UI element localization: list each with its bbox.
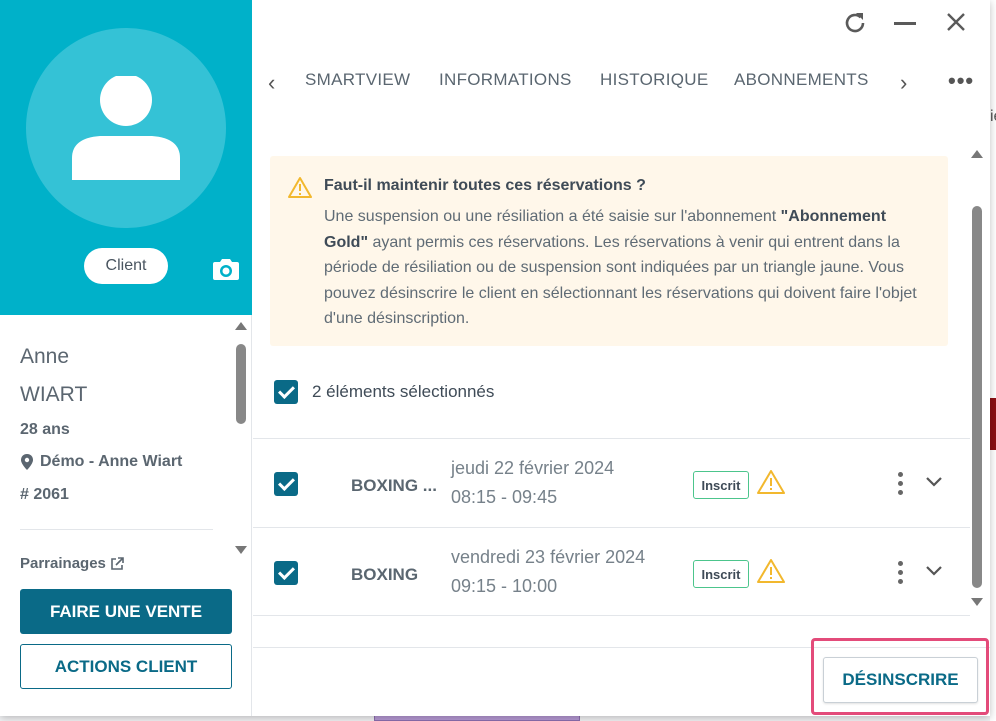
reservation-list: BOXING ... jeudi 22 février 2024 08:15 -… <box>253 438 970 616</box>
reservation-name: BOXING <box>351 565 419 584</box>
list-item[interactable]: BOXING ... jeudi 22 février 2024 08:15 -… <box>253 438 970 527</box>
client-details: Anne WIART 28 ans Démo - Anne Wiart # 20… <box>0 315 252 573</box>
reservation-date: vendredi 23 février 2024 <box>451 547 646 567</box>
client-type-badge: Client <box>84 248 168 284</box>
warning-banner: Faut-il maintenir toutes ces réservation… <box>270 156 948 346</box>
reservation-time: 09:15 - 10:00 <box>451 576 558 596</box>
chevron-down-icon[interactable] <box>925 476 943 488</box>
scroll-down-arrow[interactable] <box>235 546 247 554</box>
unsubscribe-button[interactable]: DÉSINSCRIRE <box>823 657 978 703</box>
client-last-name: WIART <box>20 383 88 406</box>
tab-abonnements[interactable]: ABONNEMENTS <box>734 70 869 90</box>
warning-text: Une suspension ou une résiliation a été … <box>324 204 934 332</box>
tab-informations[interactable]: INFORMATIONS <box>439 70 572 90</box>
reservation-checkbox[interactable] <box>274 472 298 496</box>
map-pin-icon <box>21 454 33 470</box>
scrollbar-thumb[interactable] <box>236 344 246 424</box>
sidebar-scrollbar[interactable] <box>234 320 248 560</box>
user-icon <box>72 76 180 180</box>
chevron-down-icon[interactable] <box>925 565 943 577</box>
warning-icon <box>757 559 785 583</box>
scroll-up-arrow[interactable] <box>235 322 247 330</box>
close-icon[interactable] <box>944 10 968 34</box>
background-text-fragment: ie <box>990 108 996 125</box>
profile-header: Client <box>0 0 252 315</box>
client-location: Démo - Anne Wiart <box>20 453 182 471</box>
selection-count: 2 éléments sélectionnés <box>312 382 495 401</box>
client-dialog: Client Anne WIART 28 ans Démo - Anne Wia… <box>0 0 990 716</box>
warning-icon <box>288 177 312 198</box>
client-actions-button[interactable]: ACTIONS CLIENT <box>20 644 232 689</box>
content-scrollbar[interactable] <box>970 146 984 612</box>
make-sale-button[interactable]: FAIRE UNE VENTE <box>20 589 232 634</box>
background-window: ie <box>990 0 996 721</box>
tab-smartview[interactable]: SMARTVIEW <box>305 70 410 90</box>
client-first-name: Anne <box>20 345 70 368</box>
scroll-down-arrow[interactable] <box>971 598 983 606</box>
client-sidebar: Client Anne WIART 28 ans Démo - Anne Wia… <box>0 0 252 716</box>
camera-icon[interactable] <box>212 257 240 281</box>
chevron-left-icon[interactable]: ‹ <box>268 70 275 96</box>
chevron-right-icon[interactable]: › <box>900 70 907 96</box>
reservation-date: jeudi 22 février 2024 <box>451 458 615 478</box>
client-member-id: # 2061 <box>20 486 69 503</box>
minimize-icon[interactable] <box>894 22 916 25</box>
select-all-checkbox[interactable] <box>274 380 298 404</box>
client-age: 28 ans <box>20 421 70 438</box>
scrollbar-thumb[interactable] <box>972 206 982 588</box>
reservation-name: BOXING ... <box>351 476 437 495</box>
reservation-checkbox[interactable] <box>274 561 298 585</box>
client-location-label: Démo - Anne Wiart <box>40 453 183 470</box>
warning-text-after: ayant permis ces réservations. Les réser… <box>324 233 917 328</box>
divider <box>20 529 213 530</box>
more-vert-icon[interactable] <box>893 561 905 587</box>
parrainages-label: Parrainages <box>20 555 106 572</box>
warning-title: Faut-il maintenir toutes ces réservation… <box>324 177 646 194</box>
footer-divider <box>253 647 990 648</box>
more-vert-icon[interactable] <box>893 472 905 498</box>
status-badge: Inscrit <box>693 471 749 499</box>
select-all-row: 2 éléments sélectionnés <box>274 380 494 404</box>
refresh-icon[interactable] <box>842 10 868 36</box>
list-item[interactable]: BOXING vendredi 23 février 2024 09:15 - … <box>253 527 970 616</box>
tab-bar: ‹ SMARTVIEW INFORMATIONS HISTORIQUE ABON… <box>262 60 982 100</box>
more-options-icon[interactable]: ••• <box>948 68 974 94</box>
tab-historique[interactable]: HISTORIQUE <box>600 70 708 90</box>
warning-text-before: Une suspension ou une résiliation a été … <box>324 208 781 225</box>
warning-icon <box>757 470 785 494</box>
background-event-block <box>990 398 996 450</box>
scroll-up-arrow[interactable] <box>971 150 983 158</box>
status-badge: Inscrit <box>693 560 749 588</box>
external-link-icon <box>111 556 124 570</box>
parrainages-link[interactable]: Parrainages <box>20 555 124 572</box>
avatar <box>26 28 226 228</box>
reservation-time: 08:15 - 09:45 <box>451 487 558 507</box>
